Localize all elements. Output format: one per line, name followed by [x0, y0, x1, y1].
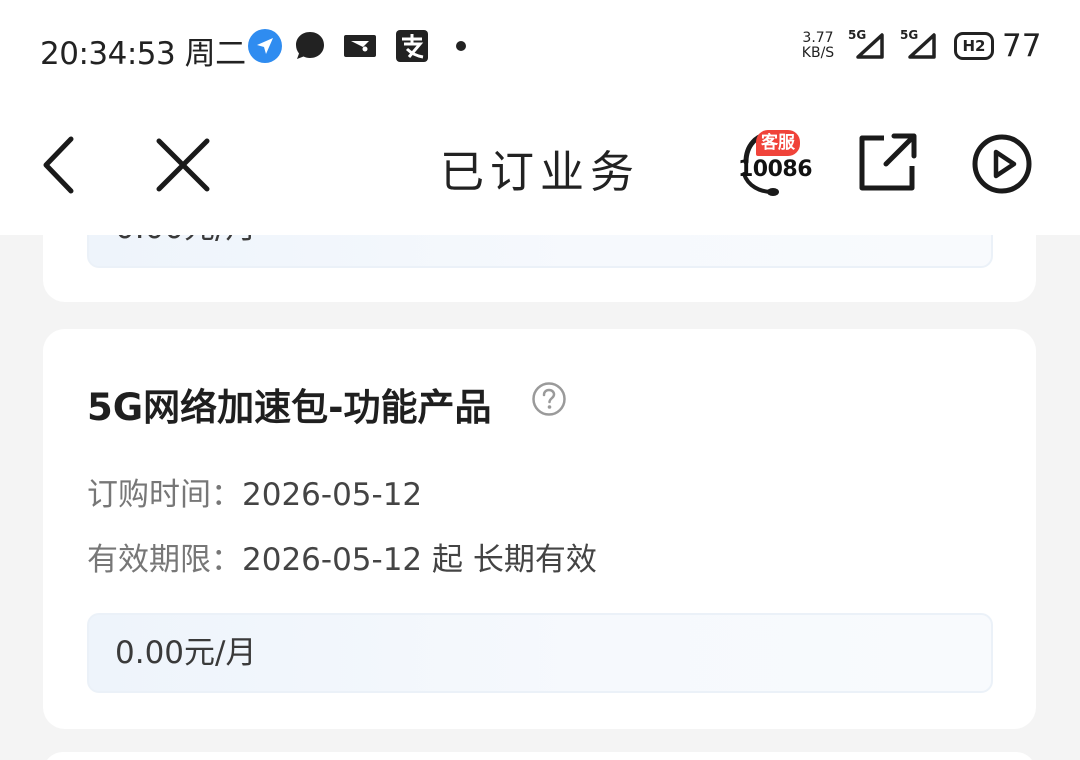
next-service-card[interactable] [43, 752, 1036, 760]
status-bar: 20:34:53 周二 3.77 KB/S 5G 5G H2 77 [0, 0, 1080, 92]
product-title: 5G网络加速包-功能产品 [87, 386, 492, 429]
validity-row: 有效期限：2026-05-12 起 长期有效 [87, 534, 597, 579]
price-box: 0.00元/月 [87, 613, 993, 693]
customer-service-hotline-button[interactable]: 客服 10086 [732, 126, 813, 202]
sim1-signal-icon: 5G [848, 28, 888, 62]
network-speed-value: 3.77 [802, 30, 834, 46]
more-notifications-dot-icon [456, 41, 466, 51]
order-time-label: 订购时间： [87, 477, 242, 513]
message-bubble-icon [296, 32, 324, 59]
wallet-icon [344, 35, 376, 57]
help-question-icon[interactable] [531, 381, 567, 417]
location-icon [248, 29, 282, 63]
play-icon[interactable] [970, 132, 1034, 196]
order-time-value: 2026-05-12 [242, 477, 423, 513]
customer-service-badge: 客服 [756, 130, 800, 156]
battery-level: 77 [1002, 28, 1042, 64]
status-time: 20:34:53 周二 [40, 36, 246, 72]
validity-value: 2026-05-12 起 长期有效 [242, 542, 597, 578]
nav-bar: 已订业务 客服 10086 [0, 92, 1080, 235]
share-icon[interactable] [856, 132, 920, 194]
service-card[interactable]: 5G网络加速包-功能产品 订购时间：2026-05-12 有效期限：2026-0… [43, 329, 1036, 729]
network-speed: 3.77 KB/S [798, 31, 838, 61]
validity-label: 有效期限： [87, 542, 242, 578]
hd-voice-badge: H2 [954, 32, 994, 60]
network-speed-unit: KB/S [801, 45, 835, 61]
hotline-number: 10086 [738, 157, 813, 182]
order-time-row: 订购时间：2026-05-12 [87, 469, 422, 514]
sim2-signal-icon: 5G [900, 28, 940, 62]
alipay-icon [396, 30, 428, 62]
